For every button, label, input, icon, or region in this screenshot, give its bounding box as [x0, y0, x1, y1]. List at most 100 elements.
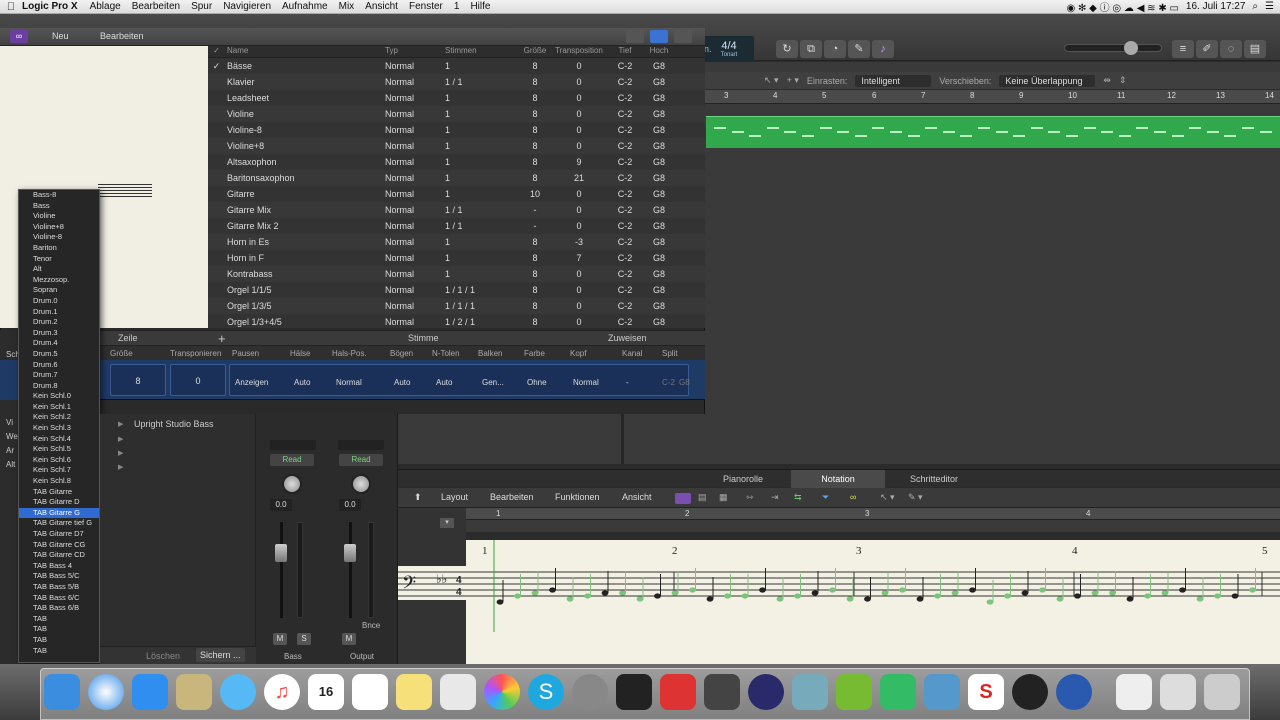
- note-head[interactable]: [916, 596, 924, 602]
- master-volume-slider[interactable]: [1064, 44, 1162, 52]
- list-icon[interactable]: ☰: [1265, 1, 1274, 12]
- note-head[interactable]: [1249, 587, 1256, 593]
- plugin-slot[interactable]: [270, 440, 316, 450]
- volume-value[interactable]: 0.0: [270, 499, 292, 511]
- note-head[interactable]: [636, 596, 644, 602]
- note-head[interactable]: [601, 590, 609, 596]
- note-head[interactable]: [1196, 596, 1204, 602]
- bounce-button[interactable]: Bnce: [362, 621, 380, 630]
- browser-icon[interactable]: ▤: [1244, 40, 1266, 58]
- note-head[interactable]: [1126, 596, 1134, 602]
- clef-menu-item[interactable]: Drum.6: [19, 360, 99, 371]
- volume-value[interactable]: 0.0: [339, 499, 361, 511]
- link-icon[interactable]: ∞: [850, 492, 856, 502]
- snap-dropdown[interactable]: Intelligent: [855, 74, 932, 87]
- layout-menu[interactable]: Layout: [441, 492, 468, 502]
- clef-menu-item[interactable]: Bariton: [19, 243, 99, 254]
- clef-menu-item[interactable]: TAB Bass 6/B: [19, 603, 99, 614]
- mute-button[interactable]: M: [273, 633, 287, 645]
- table-row[interactable]: Horn in F Normal 1 8 7 C-2 G8: [208, 250, 705, 266]
- clef-menu-item[interactable]: TAB Gitarre G: [19, 507, 99, 519]
- app-menu[interactable]: Logic Pro X: [22, 1, 78, 12]
- pan-knob[interactable]: [351, 474, 371, 494]
- remote-desktop-icon[interactable]: [660, 674, 696, 710]
- boegen-value[interactable]: Auto: [394, 378, 410, 387]
- disclosure-icon[interactable]: ▶: [118, 463, 123, 471]
- volume-fader-track[interactable]: [280, 522, 283, 618]
- table-row[interactable]: Altsaxophon Normal 1 8 9 C-2 G8: [208, 154, 705, 170]
- clef-menu-item[interactable]: TAB Gitarre tief G: [19, 518, 99, 529]
- logic-pro-icon[interactable]: [748, 674, 784, 710]
- screen-icon[interactable]: [792, 674, 828, 710]
- halspos-value[interactable]: Normal: [336, 378, 362, 387]
- note-head[interactable]: [1109, 590, 1116, 596]
- clef-menu-item[interactable]: TAB: [19, 646, 99, 657]
- clef-menu-item[interactable]: TAB Bass 5/B: [19, 582, 99, 593]
- finder-icon[interactable]: [44, 674, 80, 710]
- frog-icon[interactable]: [836, 674, 872, 710]
- table-row[interactable]: Orgel 1/3/5 Normal 1 / 1 / 1 8 0 C-2 G8: [208, 298, 705, 314]
- note-head[interactable]: [1161, 590, 1169, 596]
- table-row[interactable]: Violine+8 Normal 1 8 0 C-2 G8: [208, 138, 705, 154]
- note-head[interactable]: [811, 590, 819, 596]
- note-head[interactable]: [584, 593, 591, 599]
- clef-menu-item[interactable]: Sopran: [19, 285, 99, 296]
- clef-menu-item[interactable]: Kein Schl.0: [19, 391, 99, 402]
- table-row[interactable]: Gitarre Mix 2 Normal 1 / 1 - 0 C-2 G8: [208, 218, 705, 234]
- note-head[interactable]: [531, 590, 539, 596]
- volume-fader[interactable]: [344, 544, 356, 562]
- clef-menu-item[interactable]: Kein Schl.3: [19, 423, 99, 434]
- note-head[interactable]: [1004, 593, 1011, 599]
- kopf-value[interactable]: Normal: [573, 378, 599, 387]
- pausen-value[interactable]: Anzeigen: [235, 378, 268, 387]
- zoom-icon[interactable]: ⇹: [1103, 75, 1111, 86]
- table-row[interactable]: Violine Normal 1 8 0 C-2 G8: [208, 106, 705, 122]
- app-store-icon[interactable]: [132, 674, 168, 710]
- cross-tool-icon[interactable]: + ▾: [787, 75, 799, 86]
- arrange-ruler[interactable]: 3 4 5 6 7 8 9 10 11 12 13 14: [704, 90, 1280, 104]
- note-head[interactable]: [724, 593, 731, 599]
- col-typ[interactable]: Typ: [385, 46, 445, 57]
- split-high-value[interactable]: G8: [679, 378, 690, 387]
- document-icon[interactable]: [1116, 674, 1152, 710]
- table-row[interactable]: Orgel 1/3+4/5 Normal 1 / 2 / 1 8 0 C-2 G8: [208, 314, 705, 328]
- volume-fader-track[interactable]: [349, 522, 352, 618]
- note-head[interactable]: [776, 596, 784, 602]
- note-head[interactable]: [986, 599, 994, 605]
- plugin-slot[interactable]: [338, 440, 384, 450]
- note-head[interactable]: [496, 599, 504, 605]
- clef-menu-item[interactable]: Drum.7: [19, 370, 99, 381]
- note-head[interactable]: [829, 587, 836, 593]
- clef-menu-item[interactable]: Kein Schl.5: [19, 444, 99, 455]
- clock[interactable]: 16. Juli 17:27: [1186, 1, 1246, 12]
- trash-icon[interactable]: [1204, 674, 1240, 710]
- clef-menu-item[interactable]: Violine: [19, 211, 99, 222]
- clef-menu-item[interactable]: Kein Schl.6: [19, 455, 99, 466]
- clef-menu-item[interactable]: Alt: [19, 264, 99, 275]
- clef-menu-item[interactable]: TAB Gitarre CD: [19, 550, 99, 561]
- clef-menu-item[interactable]: Violine+8: [19, 222, 99, 233]
- quicktime-icon[interactable]: [1056, 674, 1092, 710]
- view-icon[interactable]: [626, 30, 644, 43]
- catch-icon[interactable]: ⇥: [771, 492, 779, 503]
- view-menu[interactable]: Ansicht: [622, 492, 652, 502]
- note-head[interactable]: [794, 593, 801, 599]
- cycle-icon[interactable]: ↻: [776, 40, 798, 58]
- note-head[interactable]: [689, 587, 696, 593]
- clef-menu-item[interactable]: Bass-8: [19, 190, 99, 201]
- note-head[interactable]: [1091, 590, 1099, 596]
- mute-button[interactable]: M: [342, 633, 356, 645]
- menu-spur[interactable]: Spur: [191, 1, 212, 12]
- menu-ansicht[interactable]: Ansicht: [365, 1, 398, 12]
- safari-icon[interactable]: [88, 674, 124, 710]
- clef-menu-item[interactable]: Bass: [19, 201, 99, 212]
- zoom-icon[interactable]: ⇿: [746, 492, 754, 503]
- search-icon[interactable]: ⌕: [1252, 1, 1258, 12]
- note-head[interactable]: [514, 593, 521, 599]
- traffic-light-icon[interactable]: [704, 674, 740, 710]
- new-menu[interactable]: Neu: [52, 31, 69, 41]
- reminders-icon[interactable]: [352, 674, 388, 710]
- volume-fader[interactable]: [275, 544, 287, 562]
- clef-menu-item[interactable]: TAB Gitarre CG: [19, 540, 99, 551]
- menu-1[interactable]: 1: [454, 1, 460, 12]
